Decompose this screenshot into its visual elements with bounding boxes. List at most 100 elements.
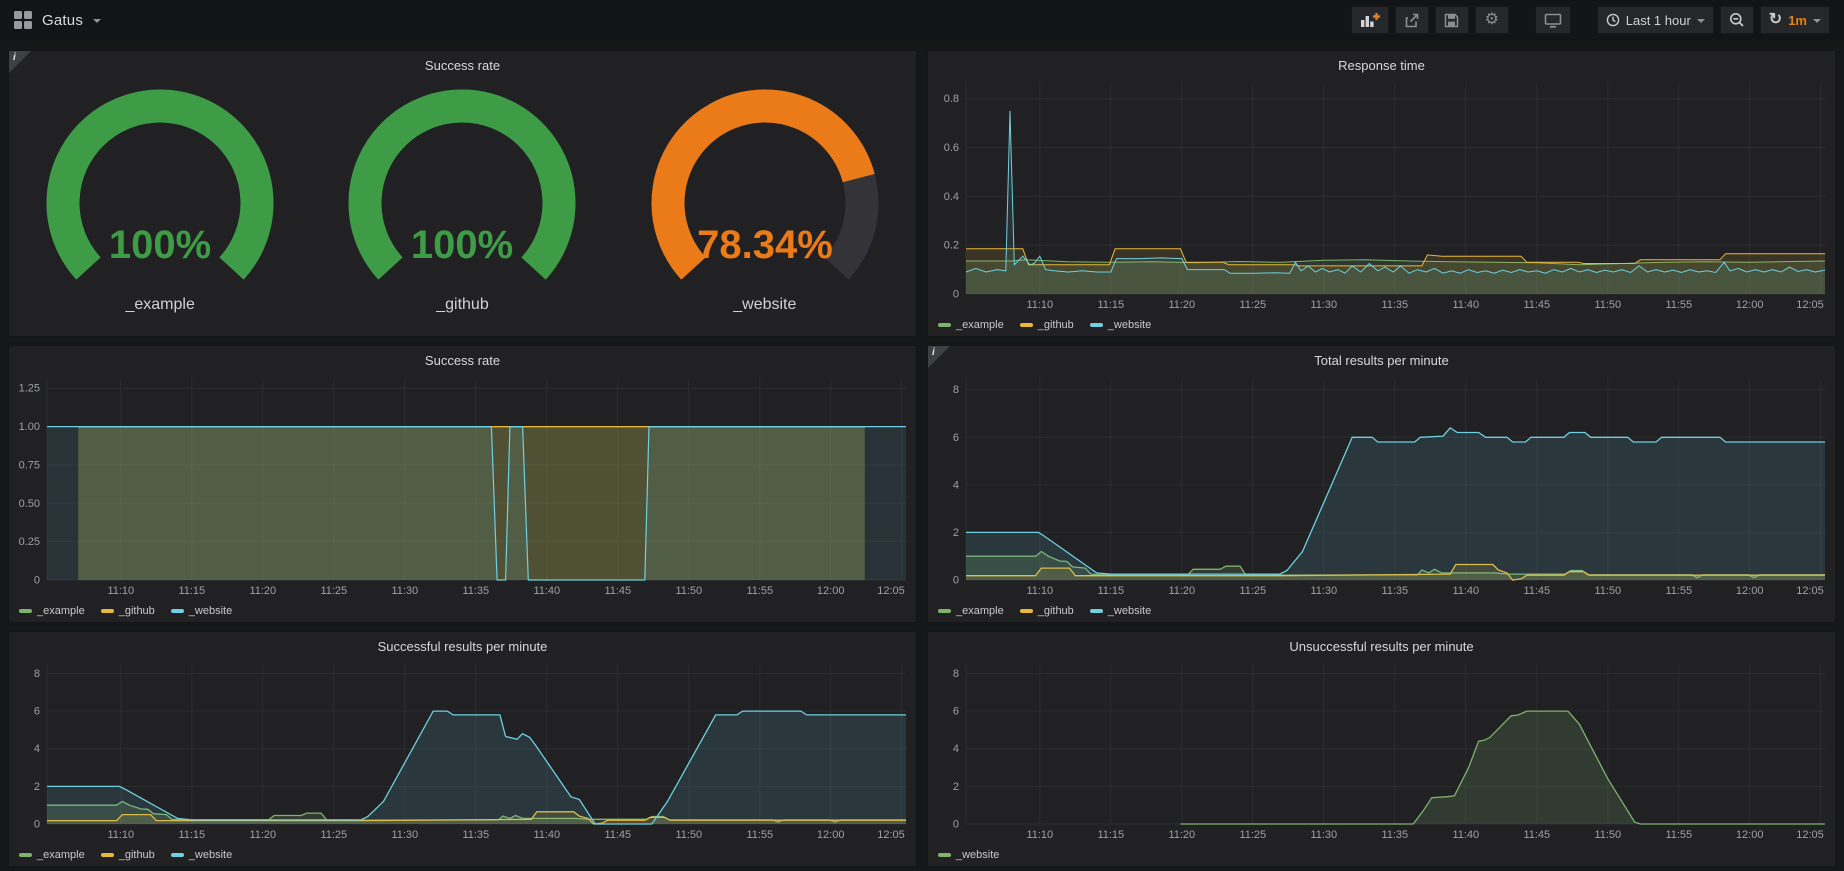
panel-total-results: i Total results per minute 0246811:1011:… [927,345,1836,623]
legend-item-_example[interactable]: _example [19,849,85,861]
gauge-value: 78.34% [697,223,833,267]
svg-text:11:10: 11:10 [1026,829,1053,841]
svg-text:11:20: 11:20 [1168,299,1195,311]
legend-swatch [1090,323,1103,327]
svg-text:11:10: 11:10 [1026,299,1053,311]
legend-swatch [171,609,184,613]
svg-text:12:00: 12:00 [817,585,845,597]
share-button[interactable] [1395,6,1429,34]
svg-text:11:50: 11:50 [1594,585,1621,597]
legend-item-_example[interactable]: _example [938,605,1004,617]
time-range-label: Last 1 hour [1626,13,1691,28]
settings-button[interactable]: ⚙ [1475,6,1509,34]
svg-text:11:20: 11:20 [249,585,276,597]
legend-label: _example [37,849,85,861]
svg-text:11:55: 11:55 [1665,829,1692,841]
svg-text:11:45: 11:45 [604,585,631,597]
legend-item-_website[interactable]: _website [938,849,999,861]
chart-success-rate[interactable]: 00.250.500.751.001.2511:1011:1511:2011:2… [9,371,916,600]
svg-text:2: 2 [953,781,959,793]
chart-svg[interactable]: 0246811:1011:1511:2011:2511:3011:3511:40… [9,657,916,844]
chart-response-time[interactable]: 00.20.40.60.811:1011:1511:2011:2511:3011… [928,76,1835,314]
svg-text:0: 0 [953,575,959,587]
chevron-down-icon[interactable] [93,19,101,27]
svg-text:1.00: 1.00 [19,421,40,433]
svg-text:11:40: 11:40 [533,829,560,841]
chart-unsuccessful-results[interactable]: 0246811:1011:1511:2011:2511:3011:3511:40… [928,657,1835,844]
panel-unsuccessful-results: Unsuccessful results per minute 0246811:… [927,631,1836,867]
svg-text:11:10: 11:10 [107,829,134,841]
legend-item-_website[interactable]: _website [171,605,232,617]
svg-text:11:35: 11:35 [1381,585,1408,597]
dashboard-title[interactable]: Gatus [42,12,83,29]
svg-text:11:25: 11:25 [320,829,347,841]
time-range-picker[interactable]: Last 1 hour [1597,6,1714,34]
legend-swatch [101,609,114,613]
svg-text:8: 8 [953,384,959,396]
svg-text:4: 4 [953,479,959,491]
legend-item-_github[interactable]: _github [1020,605,1074,617]
legend-swatch [938,323,951,327]
panel-title[interactable]: Total results per minute [928,346,1835,371]
svg-text:0.2: 0.2 [944,240,959,252]
svg-text:0.50: 0.50 [19,498,40,510]
svg-text:11:30: 11:30 [1310,585,1337,597]
chart-svg[interactable]: 0246811:1011:1511:2011:2511:3011:3511:40… [928,371,1835,600]
legend-label: _github [1038,319,1074,331]
legend-item-_website[interactable]: _website [1090,319,1151,331]
gauge-svg: 100% [10,88,310,294]
svg-text:4: 4 [953,743,959,755]
svg-text:11:30: 11:30 [391,585,418,597]
panel-title[interactable]: Unsuccessful results per minute [928,632,1835,657]
svg-text:12:00: 12:00 [1736,299,1764,311]
panel-title[interactable]: Response time [928,51,1835,76]
svg-text:12:05: 12:05 [877,585,905,597]
chart-svg[interactable]: 00.20.40.60.811:1011:1511:2011:2511:3011… [928,76,1835,314]
chart-successful-results[interactable]: 0246811:1011:1511:2011:2511:3011:3511:40… [9,657,916,844]
svg-text:0: 0 [34,819,40,831]
legend-item-_website[interactable]: _website [1090,605,1151,617]
save-button[interactable] [1435,6,1469,34]
chart-svg[interactable]: 00.250.500.751.001.2511:1011:1511:2011:2… [9,371,916,600]
svg-text:12:05: 12:05 [877,829,905,841]
panel-info-icon[interactable]: i [928,346,950,368]
panel-title[interactable]: Success rate [9,346,916,371]
add-panel-button[interactable] [1351,6,1389,34]
panel-info-icon[interactable]: i [9,51,31,73]
panel-title[interactable]: Successful results per minute [9,632,916,657]
svg-text:11:25: 11:25 [1239,585,1266,597]
panel-title[interactable]: Success rate [9,51,916,76]
svg-text:11:25: 11:25 [1239,299,1266,311]
legend-item-_website[interactable]: _website [171,849,232,861]
svg-text:11:20: 11:20 [249,829,276,841]
legend-item-_example[interactable]: _example [938,319,1004,331]
svg-text:11:50: 11:50 [1594,829,1621,841]
refresh-picker[interactable]: ↻ 1m [1760,6,1830,34]
chevron-down-icon [1697,19,1705,27]
gear-icon: ⚙ [1485,12,1499,28]
svg-text:11:35: 11:35 [462,585,489,597]
svg-text:12:05: 12:05 [1796,585,1824,597]
legend-item-_github[interactable]: _github [1020,319,1074,331]
legend: _example _github _website [9,600,916,622]
legend-label: _website [956,849,999,861]
dashboards-grid-icon[interactable] [14,11,32,29]
panel-response-time: Response time 00.20.40.60.811:1011:1511:… [927,50,1836,337]
svg-text:11:10: 11:10 [107,585,134,597]
svg-text:6: 6 [34,706,40,718]
legend: _example _github _website [928,600,1835,622]
tv-mode-button[interactable] [1535,6,1571,34]
svg-text:11:40: 11:40 [1452,829,1479,841]
legend-item-_example[interactable]: _example [19,605,85,617]
legend-item-_github[interactable]: _github [101,605,155,617]
gauge-_github: 100%_github [312,88,612,314]
chart-total-results[interactable]: 0246811:1011:1511:2011:2511:3011:3511:40… [928,371,1835,600]
refresh-icon: ↻ [1769,12,1782,28]
legend-swatch [1020,609,1033,613]
chart-svg[interactable]: 0246811:1011:1511:2011:2511:3011:3511:40… [928,657,1835,844]
refresh-interval-label: 1m [1788,13,1807,28]
legend-item-_github[interactable]: _github [101,849,155,861]
svg-text:1.25: 1.25 [19,383,40,395]
legend: _example _github _website [928,314,1835,336]
zoom-out-button[interactable] [1720,6,1754,34]
